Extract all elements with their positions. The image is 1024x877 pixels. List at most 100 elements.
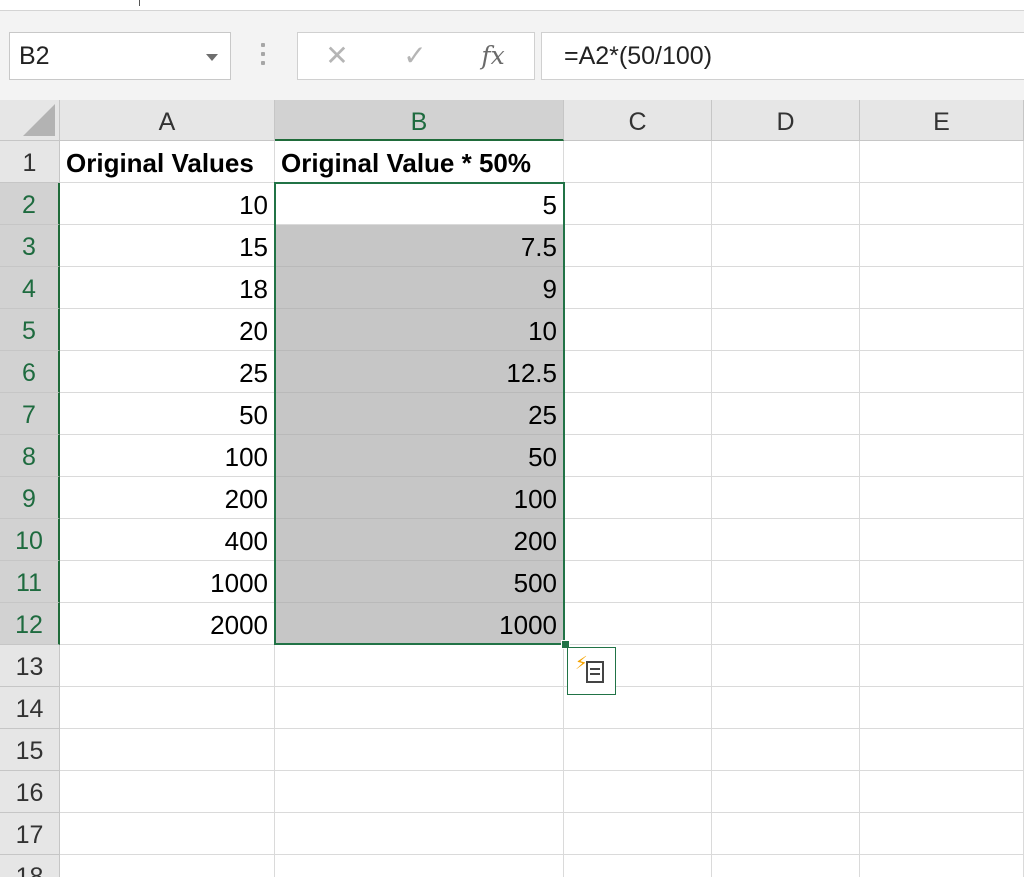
cell-d16[interactable] [712, 771, 860, 813]
cell-b10[interactable]: 200 [275, 519, 564, 561]
cell-a12[interactable]: 2000 [60, 603, 275, 645]
row-header-3[interactable]: 3 [0, 225, 60, 267]
row-header-12[interactable]: 12 [0, 603, 60, 645]
cell-b6[interactable]: 12.5 [275, 351, 564, 393]
row-header-6[interactable]: 6 [0, 351, 60, 393]
cell-d1[interactable] [712, 141, 860, 183]
row-header-14[interactable]: 14 [0, 687, 60, 729]
cell-e15[interactable] [860, 729, 1024, 771]
formula-input[interactable]: =A2*(50/100) [541, 32, 1024, 80]
cell-d2[interactable] [712, 183, 860, 225]
chevron-down-icon[interactable] [206, 54, 218, 61]
cell-a8[interactable]: 100 [60, 435, 275, 477]
cell-c4[interactable] [564, 267, 712, 309]
select-all-button[interactable] [0, 100, 60, 141]
cell-a5[interactable]: 20 [60, 309, 275, 351]
cell-c8[interactable] [564, 435, 712, 477]
cell-b8[interactable]: 50 [275, 435, 564, 477]
cancel-icon[interactable]: ✕ [312, 39, 362, 73]
row-header-2[interactable]: 2 [0, 183, 60, 225]
cell-b11[interactable]: 500 [275, 561, 564, 603]
cell-a11[interactable]: 1000 [60, 561, 275, 603]
cell-e10[interactable] [860, 519, 1024, 561]
cell-c18[interactable] [564, 855, 712, 877]
cell-b18[interactable] [275, 855, 564, 877]
cell-b13[interactable] [275, 645, 564, 687]
cell-e9[interactable] [860, 477, 1024, 519]
cell-a16[interactable] [60, 771, 275, 813]
cell-c10[interactable] [564, 519, 712, 561]
cell-d6[interactable] [712, 351, 860, 393]
cell-b12[interactable]: 1000 [275, 603, 564, 645]
cell-e6[interactable] [860, 351, 1024, 393]
worksheet-grid[interactable]: A B C D E 1 2 3 4 5 6 7 8 9 10 11 12 13 … [0, 100, 1024, 877]
cell-b9[interactable]: 100 [275, 477, 564, 519]
column-header-b[interactable]: B [275, 100, 564, 141]
cell-b7[interactable]: 25 [275, 393, 564, 435]
cell-c1[interactable] [564, 141, 712, 183]
cell-b2[interactable]: 5 [275, 183, 564, 225]
name-box[interactable]: B2 [9, 32, 231, 80]
column-header-d[interactable]: D [712, 100, 860, 141]
cell-d15[interactable] [712, 729, 860, 771]
cell-c5[interactable] [564, 309, 712, 351]
cell-e18[interactable] [860, 855, 1024, 877]
cell-a4[interactable]: 18 [60, 267, 275, 309]
cell-b17[interactable] [275, 813, 564, 855]
cell-d9[interactable] [712, 477, 860, 519]
row-header-17[interactable]: 17 [0, 813, 60, 855]
cell-b4[interactable]: 9 [275, 267, 564, 309]
row-header-8[interactable]: 8 [0, 435, 60, 477]
name-box-value[interactable]: B2 [19, 42, 50, 71]
row-header-5[interactable]: 5 [0, 309, 60, 351]
cell-d13[interactable] [712, 645, 860, 687]
cell-c16[interactable] [564, 771, 712, 813]
cell-b14[interactable] [275, 687, 564, 729]
row-header-15[interactable]: 15 [0, 729, 60, 771]
cell-d12[interactable] [712, 603, 860, 645]
cell-e1[interactable] [860, 141, 1024, 183]
flash-fill-options-button[interactable]: ⚡ [567, 647, 616, 695]
cell-d17[interactable] [712, 813, 860, 855]
cell-c9[interactable] [564, 477, 712, 519]
row-header-10[interactable]: 10 [0, 519, 60, 561]
cell-a18[interactable] [60, 855, 275, 877]
cell-e13[interactable] [860, 645, 1024, 687]
cell-d8[interactable] [712, 435, 860, 477]
cell-a15[interactable] [60, 729, 275, 771]
cell-d3[interactable] [712, 225, 860, 267]
cell-e16[interactable] [860, 771, 1024, 813]
cell-c7[interactable] [564, 393, 712, 435]
cell-a13[interactable] [60, 645, 275, 687]
cell-a1[interactable]: Original Values [60, 141, 275, 183]
cell-a14[interactable] [60, 687, 275, 729]
cell-c3[interactable] [564, 225, 712, 267]
cell-a17[interactable] [60, 813, 275, 855]
cell-e14[interactable] [860, 687, 1024, 729]
cell-e7[interactable] [860, 393, 1024, 435]
cell-c6[interactable] [564, 351, 712, 393]
cell-c12[interactable] [564, 603, 712, 645]
cell-e2[interactable] [860, 183, 1024, 225]
formula-bar-grip-icon[interactable] [259, 43, 267, 73]
formula-text[interactable]: =A2*(50/100) [564, 42, 712, 71]
cell-a2[interactable]: 10 [60, 183, 275, 225]
cell-b1[interactable]: Original Value * 50% [275, 141, 564, 183]
cell-b15[interactable] [275, 729, 564, 771]
cell-e3[interactable] [860, 225, 1024, 267]
cell-d14[interactable] [712, 687, 860, 729]
cell-e11[interactable] [860, 561, 1024, 603]
cell-c2[interactable] [564, 183, 712, 225]
cell-a7[interactable]: 50 [60, 393, 275, 435]
row-header-11[interactable]: 11 [0, 561, 60, 603]
column-header-c[interactable]: C [564, 100, 712, 141]
cell-a3[interactable]: 15 [60, 225, 275, 267]
row-header-4[interactable]: 4 [0, 267, 60, 309]
row-header-18[interactable]: 18 [0, 855, 60, 877]
cell-d18[interactable] [712, 855, 860, 877]
row-header-1[interactable]: 1 [0, 141, 60, 183]
cell-e17[interactable] [860, 813, 1024, 855]
cell-c15[interactable] [564, 729, 712, 771]
cell-d11[interactable] [712, 561, 860, 603]
cell-e12[interactable] [860, 603, 1024, 645]
